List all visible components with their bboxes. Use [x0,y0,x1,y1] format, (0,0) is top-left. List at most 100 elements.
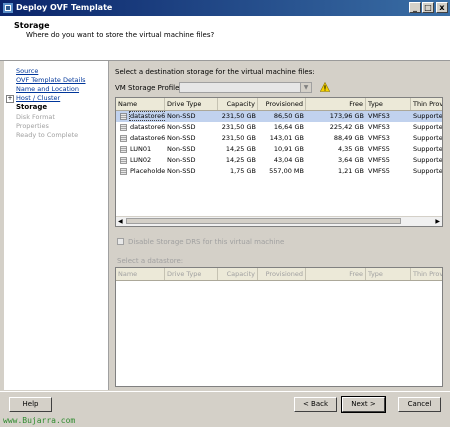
table-cell: VMFS3 [368,134,390,142]
datastore-icon [120,113,127,120]
wizard-footer: Help < Back Next > Cancel www.Bujarra.co… [0,391,450,427]
app-icon [3,3,13,13]
table-cell: Supporte [413,167,443,175]
datastore-column-header[interactable]: Capacity [218,98,258,110]
step-host-cluster[interactable]: Host / Cluster [16,94,60,102]
disable-storage-drs-checkbox[interactable] [117,238,124,245]
step-source[interactable]: Source [16,67,38,75]
table-cell: 143,01 GB [269,134,304,142]
storage-panel: Select a destination storage for the vir… [112,61,446,390]
datastore-icon [120,146,127,153]
datastore-column-header[interactable]: Thin Prov [411,98,442,110]
table-cell: 16,64 GB [273,123,304,131]
datastore-selection-table[interactable]: Name Drive Type Capacity Provisioned Free Typ… [115,267,443,387]
close-button[interactable]: x [436,2,448,13]
table-cell: Non-SSD [167,167,196,175]
deploy-ovf-window: Deploy OVF Template _ □ x Storage Where … [0,0,450,427]
warning-icon [320,82,330,92]
maximize-button[interactable]: □ [422,2,434,13]
datastore-column-header[interactable]: Name [116,98,165,110]
cancel-button[interactable]: Cancel [398,397,441,412]
step-disk-format: Disk Format [16,113,55,121]
selection-column-header[interactable]: Type [366,268,411,280]
selection-column-header[interactable]: Thin Prov [411,268,442,280]
datastore-icon [120,157,127,164]
table-cell: 43,04 GB [273,156,304,164]
selection-column-header[interactable]: Capacity [218,268,258,280]
table-cell: 86,50 GB [273,112,304,120]
step-properties: Properties [16,122,49,130]
step-storage: Storage [16,103,48,111]
disable-storage-drs-label: Disable Storage DRS for this virtual mac… [128,238,285,246]
table-cell: Supporte [413,145,443,153]
wizard-steps: Source OVF Template Details Name and Loc… [4,61,109,390]
table-row[interactable]: datastore6-2Non-SSD 231,50 GB 16,64 GB 225,… [116,122,442,133]
expand-plus-icon[interactable]: + [6,95,14,103]
table-cell: Non-SSD [167,134,196,142]
datastore-name-cell: LUN02 [116,155,165,166]
table-cell: 88,49 GB [333,134,364,142]
datastore-table[interactable]: Name Drive Type Capacity Provisioned Free Typ… [115,97,443,227]
table-cell: 14,25 GB [225,156,256,164]
step-ready-to-complete: Ready to Complete [16,131,79,139]
storage-instruction: Select a destination storage for the vir… [115,68,315,76]
datastore-name: datastore6-3 [130,134,165,142]
datastore-name-cell: datastore6-3 [116,133,165,144]
select-datastore-label: Select a datastore: [117,257,184,265]
datastore-column-header[interactable]: Provisioned [258,98,306,110]
page-title: Storage [14,21,50,30]
table-row[interactable]: LUN02 Non-SSD 14,25 GB 43,04 GB 3,64 GB VMFS5… [116,155,442,166]
table-cell: VMFS3 [368,123,390,131]
selection-column-header[interactable]: Provisioned [258,268,306,280]
scrollbar-thumb[interactable] [126,218,401,224]
table-cell: Non-SSD [167,123,196,131]
datastore-column-header[interactable]: Drive Type [165,98,218,110]
minimize-button[interactable]: _ [409,2,421,13]
datastore-selection-header: Name Drive Type Capacity Provisioned Free Typ… [116,268,442,281]
page-subtitle: Where do you want to store the virtual m… [26,31,215,39]
vm-storage-profile-label: VM Storage Profile: [115,84,182,92]
scroll-left-icon[interactable]: ◀ [118,218,123,225]
horizontal-scrollbar[interactable]: ◀ ▶ [116,216,442,226]
table-row[interactable]: LUN01 Non-SSD 14,25 GB 10,91 GB 4,35 GB VMFS5… [116,144,442,155]
table-cell: 10,91 GB [273,145,304,153]
table-row[interactable]: datastore6-1Non-SSD 231,50 GB 86,50 GB 173,… [116,111,442,122]
table-cell: 231,50 GB [221,112,256,120]
help-button[interactable]: Help [9,397,52,412]
table-cell: 231,50 GB [221,123,256,131]
table-cell: VMFS5 [368,167,390,175]
table-cell: 4,35 GB [337,145,364,153]
table-row[interactable]: Placeholder6ilNon-SSD 1,75 GB 557,00 MB 1,2… [116,166,442,177]
table-cell: Supporte [413,156,443,164]
selection-column-header[interactable]: Drive Type [165,268,218,280]
selection-column-header[interactable]: Name [116,268,165,280]
table-row[interactable]: datastore6-3Non-SSD 231,50 GB 143,01 GB 88,… [116,133,442,144]
next-button[interactable]: Next > [341,396,386,413]
datastore-icon [120,124,127,131]
table-cell: VMFS5 [368,145,390,153]
table-cell: Non-SSD [167,145,196,153]
table-cell: Supporte [413,134,443,142]
step-ovf-template-details[interactable]: OVF Template Details [16,76,86,84]
vm-storage-profile-select[interactable]: ▼ [179,82,312,93]
datastore-name: datastore6-2 [130,123,165,131]
table-cell: VMFS5 [368,156,390,164]
title-bar[interactable]: Deploy OVF Template _ □ x [0,0,450,16]
step-name-and-location[interactable]: Name and Location [16,85,79,93]
wizard-header: Storage Where do you want to store the v… [0,16,450,61]
back-button[interactable]: < Back [294,397,337,412]
table-cell: Non-SSD [167,112,196,120]
datastore-column-header[interactable]: Type [366,98,411,110]
chevron-down-icon[interactable]: ▼ [300,83,311,92]
datastore-column-header[interactable]: Free [306,98,366,110]
selection-column-header[interactable]: Free [306,268,366,280]
datastore-table-header: Name Drive Type Capacity Provisioned Free Typ… [116,98,442,111]
table-cell: 557,00 MB [269,167,304,175]
table-cell: 1,21 GB [337,167,364,175]
datastore-name: Placeholder6il [130,167,165,175]
table-cell: 173,96 GB [329,112,364,120]
datastore-name-cell: datastore6-1 [116,111,165,122]
table-cell: Non-SSD [167,156,196,164]
table-cell: Supporte [413,123,443,131]
scroll-right-icon[interactable]: ▶ [435,218,440,225]
